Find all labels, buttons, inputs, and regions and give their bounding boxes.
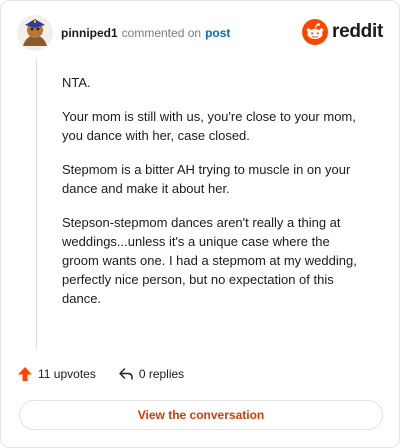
comment-meta: pinniped1 commented on post <box>61 25 230 41</box>
reddit-logo[interactable]: reddit <box>302 19 383 45</box>
upvote-count: 11 upvotes <box>38 367 96 381</box>
comment-header: pinniped1 commented on post reddit <box>17 13 383 53</box>
reddit-wordmark: reddit <box>332 21 383 42</box>
comment-paragraph: NTA. <box>62 75 91 90</box>
reply-button[interactable]: 0 replies <box>118 366 184 382</box>
comment-body: NTA. Your mom is still with us, you're c… <box>62 73 362 323</box>
username[interactable]: pinniped1 <box>61 25 118 41</box>
avatar-image <box>17 15 53 51</box>
user-avatar[interactable] <box>17 15 53 51</box>
comment-actions: 11 upvotes 0 replies <box>17 366 206 382</box>
reply-count: 0 replies <box>138 367 185 381</box>
comment-paragraph: Your mom is still with us, you're close … <box>62 109 356 143</box>
upvote-button[interactable]: 11 upvotes <box>17 366 96 382</box>
commented-on-text: commented on <box>121 26 202 40</box>
view-conversation-button[interactable]: View the conversation <box>19 400 383 430</box>
post-link[interactable]: post <box>205 25 230 41</box>
reply-arrow-icon <box>119 368 133 380</box>
comment-paragraph: Stepmom is a bitter AH trying to muscle … <box>62 162 351 196</box>
upvote-arrow-icon <box>18 367 32 381</box>
comment-paragraph: Stepson-stepmom dances aren't really a t… <box>62 215 357 306</box>
comment-card: pinniped1 commented on post reddit NTA. … <box>0 0 400 448</box>
reddit-snoo-icon <box>302 19 329 45</box>
thread-line <box>36 59 37 349</box>
